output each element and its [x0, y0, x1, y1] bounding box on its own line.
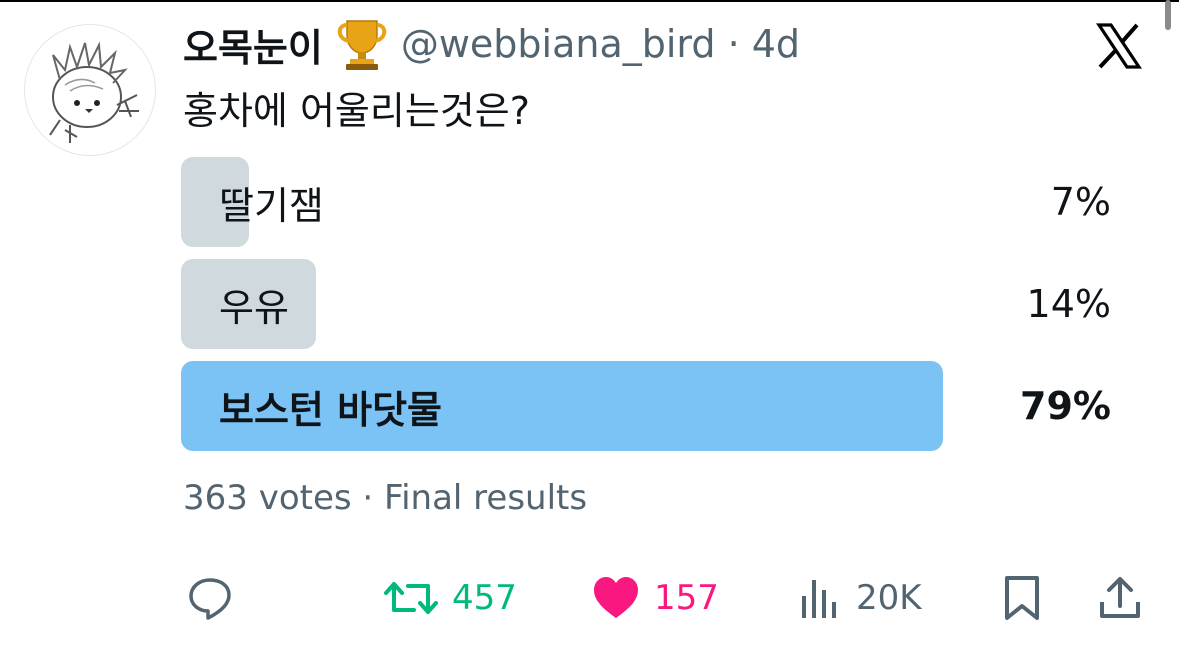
- avatar[interactable]: [24, 24, 156, 156]
- bird-avatar-icon: [49, 41, 139, 143]
- action-bar: 457 157 20K: [0, 568, 1179, 628]
- top-divider: [0, 0, 1179, 2]
- poll-option-label: 보스턴 바닷물: [219, 387, 442, 432]
- poll-option-percent: 14%: [1026, 282, 1111, 326]
- bar-chart-icon: [798, 574, 842, 622]
- tweet-card: 오목눈이 @webbiana_bird · 4d 홍차에 어울리는것은? 딸기잼…: [0, 0, 1179, 651]
- poll-summary: 363 votes · Final results: [183, 478, 588, 518]
- retweet-count: 457: [452, 578, 517, 618]
- tweet-text: 홍차에 어울리는것은?: [183, 89, 530, 133]
- display-name[interactable]: 오목눈이: [183, 17, 323, 72]
- bookmark-button[interactable]: [1002, 568, 1042, 628]
- like-count: 157: [654, 578, 719, 618]
- views-button[interactable]: 20K: [798, 568, 922, 628]
- like-button[interactable]: 157: [592, 568, 719, 628]
- share-button[interactable]: [1098, 568, 1142, 628]
- trophy-icon: [333, 15, 391, 73]
- retweet-icon: [384, 574, 438, 622]
- retweet-button[interactable]: 457: [384, 568, 517, 628]
- heart-icon: [592, 576, 640, 620]
- views-count: 20K: [856, 578, 922, 618]
- tweet-header: 오목눈이 @webbiana_bird · 4d: [183, 14, 800, 74]
- scrollbar[interactable]: [1165, 0, 1171, 30]
- reply-button[interactable]: [186, 568, 234, 628]
- poll-option[interactable]: 우유 14%: [181, 259, 1121, 349]
- poll-option-percent: 79%: [1020, 384, 1111, 428]
- poll-option-label: 우유: [219, 285, 289, 330]
- share-icon: [1098, 574, 1142, 622]
- poll-option[interactable]: 딸기잼 7%: [181, 157, 1121, 247]
- bookmark-icon: [1002, 574, 1042, 622]
- x-logo-icon[interactable]: [1095, 22, 1143, 70]
- handle-and-timestamp[interactable]: @webbiana_bird · 4d: [401, 22, 800, 66]
- poll-option-label: 딸기잼: [219, 183, 324, 228]
- poll-option-percent: 7%: [1050, 180, 1111, 224]
- poll-option[interactable]: 보스턴 바닷물 79%: [181, 361, 1121, 451]
- reply-icon: [186, 574, 234, 622]
- poll: 딸기잼 7% 우유 14% 보스턴 바닷물 79%: [181, 157, 1121, 463]
